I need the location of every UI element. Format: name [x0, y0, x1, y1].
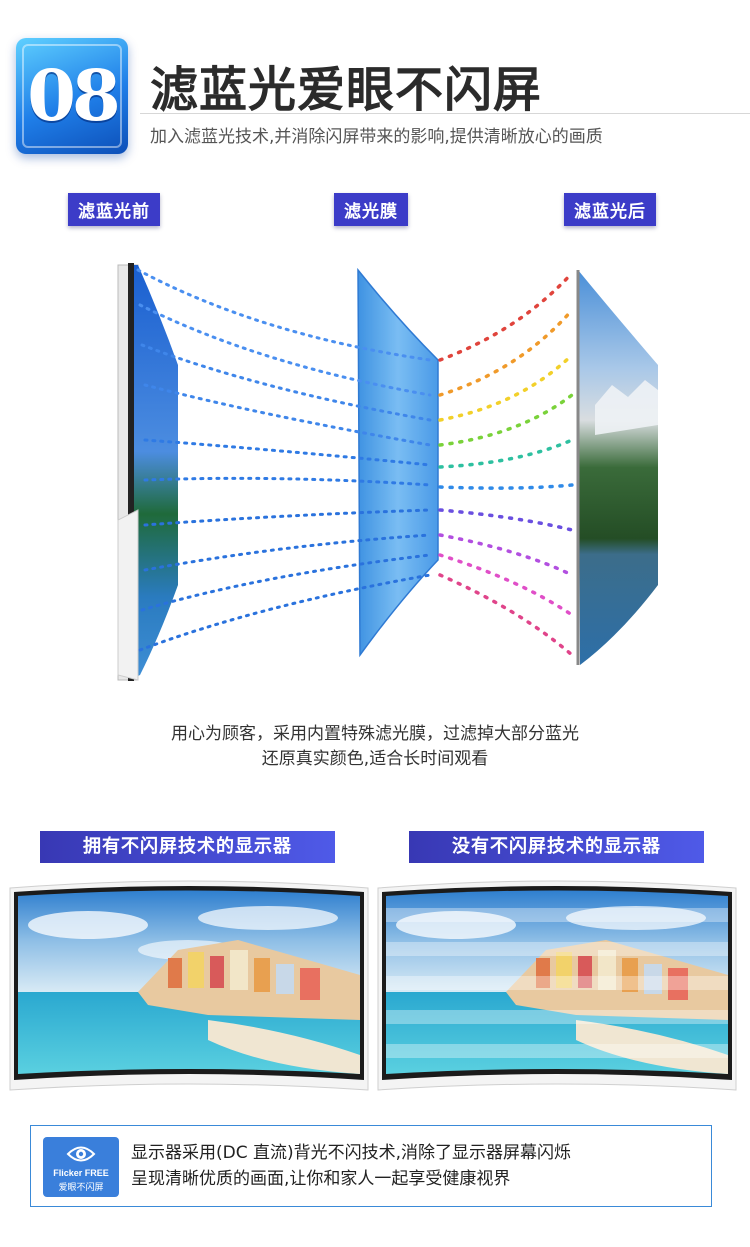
flicker-free-label-cn: 爱眼不闪屏: [58, 1183, 104, 1193]
flicker-free-info-box: Flicker FREE 爱眼不闪屏 显示器采用(DC 直流)背光不闪技术,消除…: [30, 1125, 712, 1207]
page-subtitle: 加入滤蓝光技术,并消除闪屏带来的影响,提供清晰放心的画质: [150, 127, 603, 147]
label-after-filter: 滤蓝光后: [564, 193, 656, 226]
section-number: 08: [27, 54, 120, 137]
title-divider: [140, 113, 750, 114]
flicker-free-badge: Flicker FREE 爱眼不闪屏: [43, 1137, 119, 1197]
monitor-with-flicker-free: [9, 880, 369, 1091]
page-title: 滤蓝光爱眼不闪屏: [150, 62, 543, 118]
label-without-flicker-free: 没有不闪屏技术的显示器: [409, 831, 704, 863]
blue-light-filter-diagram: [117, 263, 658, 681]
flicker-free-description: 显示器采用(DC 直流)背光不闪技术,消除了显示器屏幕闪烁 呈现清晰优质的画面,…: [131, 1140, 571, 1192]
label-before-filter: 滤蓝光前: [68, 193, 160, 226]
info-line-2: 呈现清晰优质的画面,让你和家人一起享受健康视界: [131, 1169, 511, 1189]
flicker-free-label-en: Flicker FREE: [53, 1168, 109, 1178]
monitor-after: [576, 270, 658, 665]
label-filter-film: 滤光膜: [334, 193, 408, 226]
eye-icon: [66, 1146, 96, 1162]
monitor-without-flicker-free: [377, 880, 737, 1091]
monitor-before: [117, 263, 178, 681]
label-with-flicker-free: 拥有不闪屏技术的显示器: [40, 831, 335, 863]
filter-film: [357, 267, 439, 658]
filtered-light-rays: [438, 271, 574, 657]
description-line-1: 用心为顾客，采用内置特殊滤光膜，过滤掉大部分蓝光: [171, 724, 579, 744]
section-number-badge: 08: [16, 38, 128, 154]
description-line-2: 还原真实颜色,适合长时间观看: [261, 749, 489, 769]
info-line-1: 显示器采用(DC 直流)背光不闪技术,消除了显示器屏幕闪烁: [131, 1143, 572, 1163]
